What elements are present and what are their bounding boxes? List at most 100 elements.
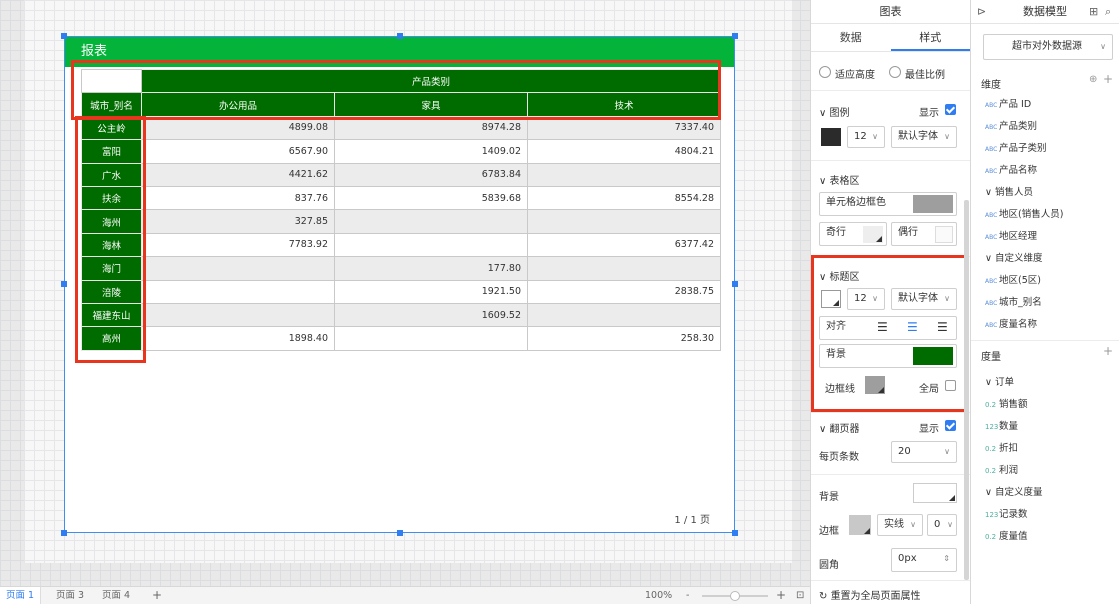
field-item[interactable]: 0.2 度量值 [985,528,1028,542]
page-tab[interactable]: 页面 1 [0,587,42,604]
even-row-color-swatch[interactable] [935,226,953,243]
border-style-select[interactable]: 实线 ∨ [877,514,923,536]
field-item[interactable]: ABC 产品 ID [985,96,1031,110]
title-font-select[interactable]: 默认字体 ∨ [891,288,957,310]
per-page-select[interactable]: 20 ∨ [891,441,957,463]
fit-height-radio[interactable] [819,66,831,78]
global-label: 全局 [919,384,939,395]
field-name: 产品名称 [999,165,1038,176]
align-right-icon[interactable]: ☰ [937,320,948,334]
column-header[interactable]: 办公用品 [141,92,335,117]
field-group[interactable]: ∨ 销售人员 [985,184,1033,198]
resize-handle[interactable] [397,530,403,536]
legend-size-select[interactable]: 12 ∨ [847,126,885,148]
pager-section[interactable]: ∨ 翻页器 [819,420,860,435]
best-ratio-radio[interactable] [889,66,901,78]
title-bg-color-swatch[interactable] [913,347,953,365]
fit-screen-icon[interactable]: ⊡ [790,587,810,604]
field-item[interactable]: ABC 地区(5区) [985,272,1041,286]
pager-show-checkbox[interactable] [945,420,956,431]
column-header[interactable]: 技术 [527,92,721,117]
border-width-select[interactable]: 0 ∨ [927,514,957,536]
table-row: 海门 177.80 [81,256,721,281]
globe-icon[interactable]: ⊕ [1089,74,1097,85]
field-group[interactable]: ∨ 自定义维度 [985,250,1043,264]
field-item[interactable]: ABC 度量名称 [985,316,1037,330]
field-item[interactable]: ABC 地区经理 [985,228,1037,242]
title-font-color-swatch[interactable] [821,290,841,308]
radius-input[interactable]: 0px ⇕ [891,548,957,572]
align-left-icon[interactable]: ☰ [877,320,888,334]
row-label: 海门 [81,256,142,281]
align-center-icon[interactable]: ☰ [907,320,918,334]
field-type-icon: ABC [985,278,998,285]
odd-row-color-swatch[interactable] [863,226,883,243]
field-item[interactable]: ABC 地区(销售人员) [985,206,1063,220]
table-cell: 1921.50 [334,279,528,304]
field-item[interactable]: 0.2 利润 [985,462,1018,476]
zoom-out-button[interactable]: - [680,587,695,604]
table-cell: 8974.28 [334,115,528,141]
report-widget[interactable]: 报表 产品类别 城市_别名 办公用品 家具 技术 公主岭 4899.08 8974.… [61,33,738,536]
resize-handle[interactable] [61,530,67,536]
legend-font-select[interactable]: 默认字体 ∨ [891,126,957,148]
field-item[interactable]: ABC 产品子类别 [985,140,1047,154]
search-icon[interactable]: ⌕ [1105,5,1111,19]
field-item[interactable]: ABC 产品名称 [985,162,1037,176]
chevron-down-icon: ∨ [985,487,995,498]
add-measure-icon[interactable]: + [1103,344,1113,358]
panel-scrollbar[interactable] [964,200,969,580]
page-tab[interactable]: 页面 3 [50,587,90,604]
zoom-in-button[interactable]: + [770,587,792,604]
field-name: 度量值 [999,531,1028,542]
field-item[interactable]: ABC 产品类别 [985,118,1037,132]
title-area-section[interactable]: ∨ 标题区 [819,268,860,283]
resize-handle[interactable] [732,530,738,536]
group-header[interactable]: 产品类别 [141,68,721,94]
add-page-button[interactable]: + [146,587,168,604]
background-color-swatch[interactable] [913,483,957,503]
tab-data[interactable]: 数据 [811,24,891,51]
design-canvas[interactable]: 报表 产品类别 城市_别名 办公用品 家具 技术 公主岭 4899.08 8974.… [0,0,810,586]
title-border-color-swatch[interactable] [865,376,885,394]
resize-handle[interactable] [61,281,67,287]
data-source-select[interactable]: 超市对外数据源 ∨ [983,34,1113,60]
row-header[interactable]: 城市_别名 [81,92,142,117]
global-checkbox[interactable] [945,380,956,391]
field-item[interactable]: 0.2 折扣 [985,440,1018,454]
field-item[interactable]: ABC 城市_别名 [985,294,1042,308]
row-label: 富阳 [81,139,142,164]
chevron-down-icon: ∨ [985,187,995,198]
field-item[interactable]: 0.2 销售额 [985,396,1028,410]
resize-handle[interactable] [397,33,403,39]
field-group[interactable]: ∨ 订单 [985,374,1014,388]
title-size-select[interactable]: 12 ∨ [847,288,885,310]
field-group[interactable]: ∨ 自定义度量 [985,484,1043,498]
table-row: 海林 7783.92 6377.42 [81,232,721,258]
reset-button[interactable]: ↻ 重置为全局页面属性 [819,587,921,602]
border-color-swatch[interactable] [849,515,871,535]
page-tabs-bar: 页面 1 页面 3 页面 4 + 100% - + ⊡ [0,586,810,604]
fit-height-label: 适应高度 [835,70,875,81]
resize-handle[interactable] [732,33,738,39]
table-area-section[interactable]: ∨ 表格区 [819,172,860,187]
table-row: 广水 4421.62 6783.84 [81,162,721,187]
legend-color-swatch[interactable] [821,128,841,146]
resize-handle[interactable] [732,281,738,287]
resize-handle[interactable] [61,33,67,39]
field-item[interactable]: 123数量 [985,418,1018,432]
field-name: 销售人员 [994,187,1033,198]
tab-style[interactable]: 样式 [890,24,970,51]
column-header[interactable]: 家具 [334,92,528,117]
collapse-panel-icon[interactable]: ⊳ [977,5,986,18]
cell-border-color-swatch[interactable] [913,195,953,213]
legend-show-checkbox[interactable] [945,104,956,115]
table-row: 涪陵 1921.50 2838.75 [81,279,721,304]
add-dimension-icon[interactable]: + [1103,72,1113,86]
grid-icon[interactable]: ⊞ [1089,5,1098,18]
legend-section[interactable]: ∨ 图例 [819,104,850,119]
data-model-panel: 数据模型 ⊳ ⊞ ⌕ 超市对外数据源 ∨ 维度 ⊕ + ABC 产品 ID ABC 产品… [970,0,1119,604]
field-item[interactable]: 123记录数 [985,506,1028,520]
zoom-slider-handle[interactable] [730,591,740,601]
page-tab[interactable]: 页面 4 [96,587,136,604]
